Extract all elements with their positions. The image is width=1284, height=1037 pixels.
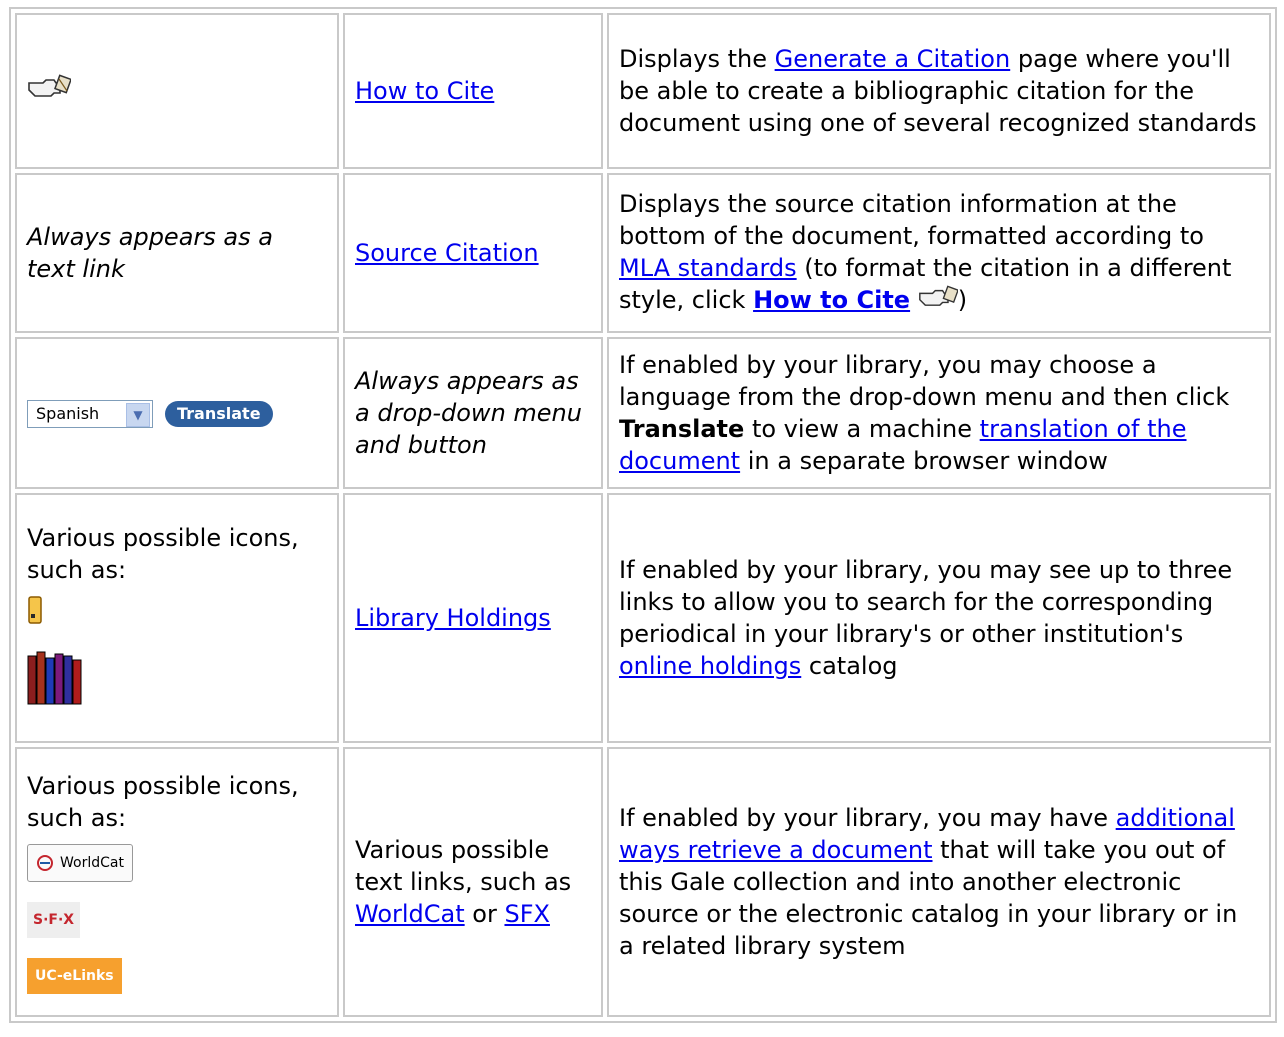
table-row: Always appears as a text link Source Cit… bbox=[15, 173, 1271, 333]
text: If enabled by your library, you may choo… bbox=[619, 351, 1230, 411]
description-cell: Displays the source citation information… bbox=[607, 173, 1271, 333]
feature-cell: Library Holdings bbox=[343, 493, 603, 743]
link-source-citation[interactable]: Source Citation bbox=[355, 239, 539, 267]
uc-elinks-icon[interactable]: UC-eLinks bbox=[27, 956, 327, 994]
text: Displays the source citation information… bbox=[619, 190, 1204, 250]
description-cell: If enabled by your library, you may have… bbox=[607, 747, 1271, 1017]
uc-elinks-badge[interactable]: UC-eLinks bbox=[27, 958, 122, 994]
text: to view a machine bbox=[744, 415, 980, 443]
icon-cell: Spanish ▼ Translate bbox=[15, 337, 339, 489]
feature-cell: Always appears as a drop-down menu and b… bbox=[343, 337, 603, 489]
link-worldcat[interactable]: WorldCat bbox=[355, 900, 465, 928]
link-how-to-cite-bold[interactable]: How to Cite bbox=[753, 286, 910, 314]
icon-cell: Various possible icons, such as: WorldCa… bbox=[15, 747, 339, 1017]
text: catalog bbox=[801, 652, 898, 680]
table-row: Various possible icons, such as: Library… bbox=[15, 493, 1271, 743]
table-row: How to Cite Displays the Generate a Cita… bbox=[15, 13, 1271, 169]
text: ) bbox=[957, 286, 968, 314]
text: Displays the bbox=[619, 45, 775, 73]
select-value: Spanish bbox=[36, 404, 100, 423]
resolver-icons: WorldCat S·F·X UC-eLinks bbox=[27, 844, 327, 994]
icon-cell: Various possible icons, such as: bbox=[15, 493, 339, 743]
badge-label: S·F·X bbox=[33, 912, 75, 928]
text: Always appears as a drop-down menu and b… bbox=[355, 367, 582, 459]
link-sfx[interactable]: SFX bbox=[504, 900, 549, 928]
icon-cell bbox=[15, 13, 339, 169]
book-icon bbox=[27, 596, 327, 632]
description-cell: If enabled by your library, you may choo… bbox=[607, 337, 1271, 489]
link-online-holdings[interactable]: online holdings bbox=[619, 652, 801, 680]
text: Various possible text links, such as bbox=[355, 836, 572, 896]
translate-button[interactable]: Translate bbox=[165, 401, 273, 427]
help-table: How to Cite Displays the Generate a Cita… bbox=[9, 7, 1277, 1023]
feature-cell: How to Cite bbox=[343, 13, 603, 169]
table-row: Spanish ▼ Translate Always appears as a … bbox=[15, 337, 1271, 489]
worldcat-logo-icon bbox=[37, 855, 53, 871]
library-icons bbox=[27, 596, 327, 714]
text: or bbox=[464, 900, 505, 928]
text: Translate bbox=[619, 415, 745, 443]
worldcat-badge[interactable]: WorldCat bbox=[27, 844, 133, 882]
worldcat-icon[interactable]: WorldCat bbox=[27, 844, 327, 882]
books-stack-icon bbox=[27, 650, 327, 714]
table-row: Various possible icons, such as: WorldCa… bbox=[15, 747, 1271, 1017]
text: Always appears as a text link bbox=[27, 223, 273, 283]
link-how-to-cite[interactable]: How to Cite bbox=[355, 77, 494, 105]
sfx-icon[interactable]: S·F·X bbox=[27, 900, 327, 938]
translate-control: Spanish ▼ Translate bbox=[27, 400, 273, 428]
description-cell: If enabled by your library, you may see … bbox=[607, 493, 1271, 743]
link-library-holdings[interactable]: Library Holdings bbox=[355, 604, 551, 632]
link-mla-standards[interactable]: MLA standards bbox=[619, 254, 797, 282]
feature-cell: Source Citation bbox=[343, 173, 603, 333]
icon-cell: Always appears as a text link bbox=[15, 173, 339, 333]
hand-cite-icon[interactable] bbox=[918, 284, 959, 318]
description-cell: Displays the Generate a Citation page wh… bbox=[607, 13, 1271, 169]
chevron-down-icon[interactable]: ▼ bbox=[126, 403, 150, 427]
text: Various possible icons, such as: bbox=[27, 772, 299, 832]
hand-cite-icon bbox=[27, 73, 72, 109]
language-select[interactable]: Spanish ▼ bbox=[27, 400, 153, 428]
text: If enabled by your library, you may have bbox=[619, 804, 1116, 832]
link-generate-citation[interactable]: Generate a Citation bbox=[775, 45, 1011, 73]
feature-cell: Various possible text links, such as Wor… bbox=[343, 747, 603, 1017]
text: Various possible icons, such as: bbox=[27, 524, 299, 584]
text: in a separate browser window bbox=[740, 447, 1108, 475]
sfx-badge[interactable]: S·F·X bbox=[27, 902, 81, 938]
text: If enabled by your library, you may see … bbox=[619, 556, 1233, 648]
badge-label: UC-eLinks bbox=[35, 968, 114, 984]
badge-label: WorldCat bbox=[60, 855, 124, 871]
